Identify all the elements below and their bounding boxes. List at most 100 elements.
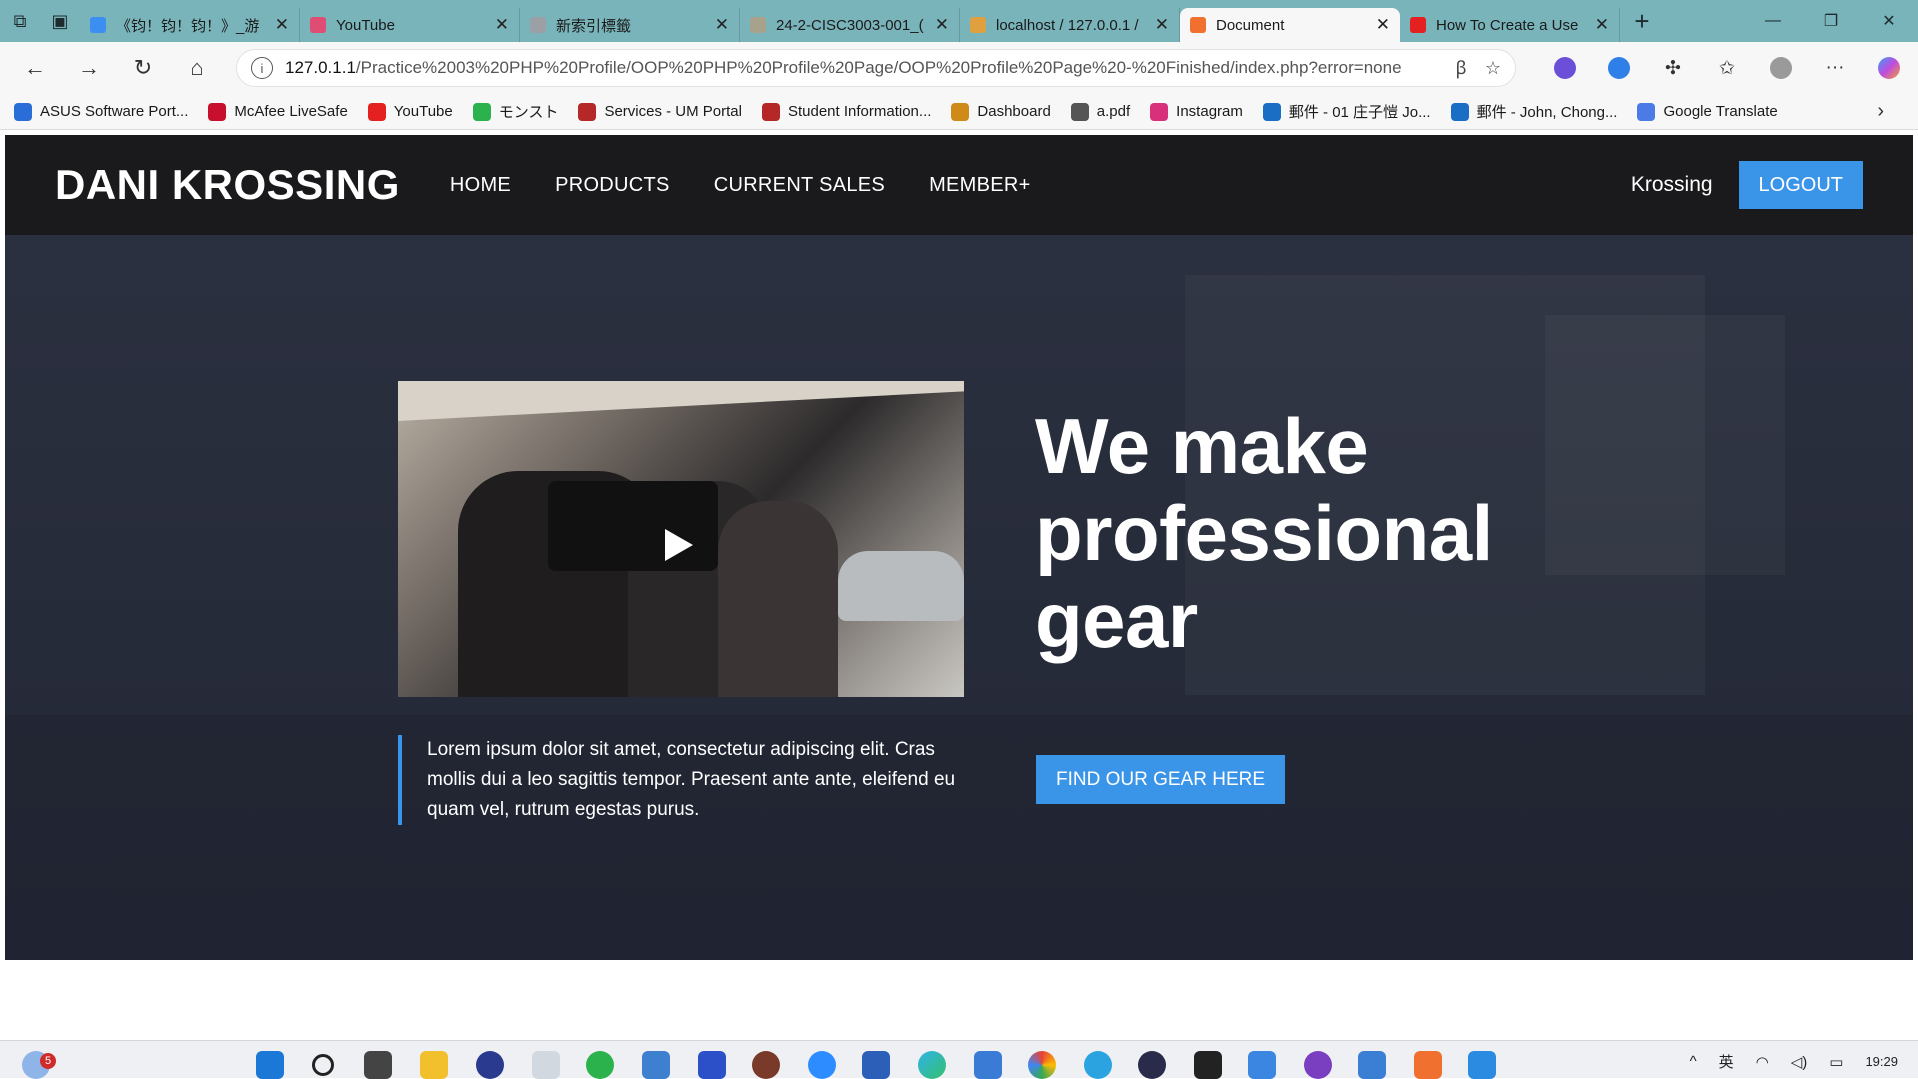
favorites-icon[interactable]: ✩	[1700, 42, 1754, 94]
tab-favicon-icon	[970, 17, 986, 33]
minimize-icon[interactable]: —	[1744, 0, 1802, 42]
tab-favicon-icon	[1410, 17, 1426, 33]
bookmark-item[interactable]: McAfee LiveSafe	[208, 101, 348, 122]
bookmark-item[interactable]: Student Information...	[761, 101, 932, 122]
bookmark-item[interactable]: Google Translate	[1637, 101, 1778, 122]
media-player-icon[interactable]	[752, 1051, 780, 1079]
snipping-tool-icon[interactable]	[532, 1051, 560, 1079]
app-icon[interactable]	[1304, 1051, 1332, 1079]
hero-headline: We make professional gear	[1035, 402, 1493, 664]
browser-tab[interactable]: 24-2-CISC3003-001_(✕	[740, 8, 960, 42]
tab-close-icon[interactable]: ✕	[1595, 15, 1609, 35]
logout-button[interactable]: LOGOUT	[1738, 161, 1863, 209]
tab-title: YouTube	[336, 16, 395, 34]
browser-tab[interactable]: Document ✕	[1180, 8, 1400, 42]
app-icon[interactable]	[1358, 1051, 1386, 1079]
photos-icon[interactable]	[642, 1051, 670, 1079]
browser-tab[interactable]: 新索引標籤 ✕	[520, 8, 740, 42]
hero-section: Lorem ipsum dolor sit amet, consectetur …	[5, 235, 1913, 960]
zoom-icon[interactable]	[808, 1051, 836, 1079]
read-aloud-icon[interactable]: ꞵ	[1456, 56, 1467, 80]
clock[interactable]: 19:29	[1865, 1054, 1898, 1070]
favorite-star-icon[interactable]: ☆	[1485, 58, 1501, 79]
edge-icon[interactable]	[918, 1051, 946, 1079]
tab-close-icon[interactable]: ✕	[495, 15, 509, 35]
task-view-icon[interactable]	[364, 1051, 392, 1079]
chevron-up-icon[interactable]: ^	[1690, 1053, 1697, 1070]
bookmark-item[interactable]: ASUS Software Port...	[14, 101, 188, 122]
bookmark-item[interactable]: 郵件 - 01 庄子愷 Jo...	[1262, 101, 1431, 122]
home-icon[interactable]: ⌂	[170, 42, 224, 94]
word-icon[interactable]	[862, 1051, 890, 1079]
extension-purple-icon[interactable]	[1538, 42, 1592, 94]
notepad-icon[interactable]	[974, 1051, 1002, 1079]
bookmark-label: Student Information...	[787, 103, 932, 120]
browser-tab[interactable]: YouTube ✕	[300, 8, 520, 42]
start-icon[interactable]	[256, 1051, 284, 1079]
eclipse-icon[interactable]	[1138, 1051, 1166, 1079]
close-window-icon[interactable]: ✕	[1860, 0, 1918, 42]
menu-home[interactable]: HOME	[450, 174, 511, 197]
chevron-right-icon[interactable]: ›	[1877, 100, 1884, 123]
browser-tab[interactable]: 《钧！钧！钧！》_游 ✕	[80, 8, 300, 42]
copilot-icon[interactable]	[1862, 42, 1916, 94]
wechat-icon[interactable]	[586, 1051, 614, 1079]
volume-icon[interactable]: ◁)	[1791, 1053, 1808, 1071]
store-icon[interactable]	[1248, 1051, 1276, 1079]
tab-actions-icon[interactable]: ▣	[40, 0, 80, 42]
tab-title: 《钧！钧！钧！》_游	[116, 17, 260, 35]
bookmark-item[interactable]: YouTube	[367, 101, 453, 122]
back-icon[interactable]: ←	[8, 42, 62, 94]
search-icon[interactable]	[312, 1054, 334, 1076]
browser-tab[interactable]: localhost / 127.0.0.1 / ✕	[960, 8, 1180, 42]
chrome-icon[interactable]	[1028, 1051, 1056, 1079]
profile-avatar-icon[interactable]	[1754, 42, 1808, 94]
tab-list: 《钧！钧！钧！》_游 ✕ YouTube ✕ 新索引標籤 ✕ 24-2-CISC3003-0…	[80, 0, 1620, 42]
terminal-icon[interactable]	[1194, 1051, 1222, 1079]
bookmark-item[interactable]: Services - UM Portal	[578, 101, 742, 122]
file-explorer-icon[interactable]	[420, 1051, 448, 1079]
url-text[interactable]: 127.0.1.1/Practice%2003%20PHP%20Profile/…	[285, 58, 1438, 78]
wifi-icon[interactable]: ◠	[1756, 1053, 1769, 1071]
app-icon[interactable]	[476, 1051, 504, 1079]
menu-current-sales[interactable]: CURRENT SALES	[714, 174, 885, 197]
bookmark-item[interactable]: Instagram	[1150, 101, 1243, 122]
username-link[interactable]: Krossing	[1631, 173, 1713, 197]
find-gear-button[interactable]: FIND OUR GEAR HERE	[1036, 755, 1286, 804]
hero-video-thumbnail[interactable]	[398, 381, 964, 697]
site-info-icon[interactable]: i	[251, 57, 273, 79]
extension-blue-icon[interactable]	[1592, 42, 1646, 94]
tab-close-icon[interactable]: ✕	[275, 15, 289, 35]
input-language[interactable]: 英	[1719, 1051, 1734, 1072]
tab-close-icon[interactable]: ✕	[935, 15, 949, 35]
bookmark-item[interactable]: Dashboard	[951, 101, 1051, 122]
new-tab-button[interactable]: +	[1620, 0, 1664, 42]
tab-close-icon[interactable]: ✕	[715, 15, 729, 35]
more-menu-icon[interactable]: ···	[1808, 42, 1862, 94]
tab-close-icon[interactable]: ✕	[1155, 15, 1169, 35]
tab-close-icon[interactable]: ✕	[1376, 15, 1390, 35]
bookmark-item[interactable]: a.pdf	[1070, 101, 1130, 122]
menu-member-plus[interactable]: MEMBER+	[929, 174, 1031, 197]
battery-icon[interactable]: ▭	[1829, 1053, 1843, 1071]
address-bar[interactable]: i 127.0.1.1/Practice%2003%20PHP%20Profil…	[236, 49, 1516, 87]
bookmark-item[interactable]: 郵件 - John, Chong...	[1450, 101, 1617, 122]
tab-title: localhost / 127.0.0.1 /	[996, 16, 1139, 34]
workspaces-icon[interactable]: ⧉	[0, 0, 40, 42]
restore-icon[interactable]: ❐	[1802, 0, 1860, 42]
browser-tab[interactable]: How To Create a Use ✕	[1400, 8, 1620, 42]
menu-products[interactable]: PRODUCTS	[555, 174, 670, 197]
bookmark-favicon-icon	[1262, 102, 1281, 121]
app-icon[interactable]	[698, 1051, 726, 1079]
site-header: DANI KROSSING HOME PRODUCTS CURRENT SALE…	[5, 135, 1913, 235]
site-logo[interactable]: DANI KROSSING	[55, 161, 400, 209]
bookmark-item[interactable]: モンスト	[472, 101, 558, 122]
extensions-icon[interactable]: ✣	[1646, 42, 1700, 94]
vscode-icon[interactable]	[1468, 1051, 1496, 1079]
bookmark-favicon-icon	[14, 102, 32, 121]
xampp-icon[interactable]	[1414, 1051, 1442, 1079]
telegram-icon[interactable]	[1084, 1051, 1112, 1079]
reload-icon[interactable]: ↻	[116, 42, 170, 94]
play-icon[interactable]	[665, 529, 693, 561]
forward-icon[interactable]: →	[62, 42, 116, 94]
